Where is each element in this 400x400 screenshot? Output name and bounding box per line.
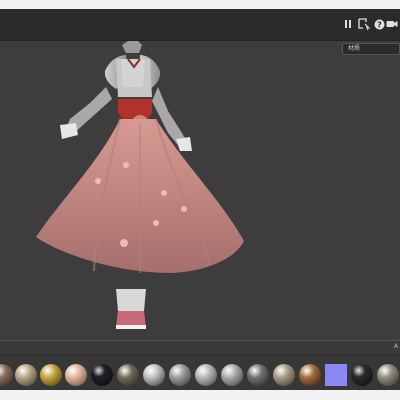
material-swatch[interactable] xyxy=(221,364,243,386)
material-swatch[interactable] xyxy=(15,364,37,386)
material-swatch[interactable] xyxy=(377,364,399,386)
select-region-icon[interactable] xyxy=(357,17,371,31)
material-swatch[interactable] xyxy=(91,364,113,386)
material-swatch[interactable] xyxy=(273,364,295,386)
material-swatch[interactable] xyxy=(143,364,165,386)
material-swatch[interactable] xyxy=(169,364,191,386)
material-swatch[interactable] xyxy=(299,364,321,386)
material-swatch[interactable] xyxy=(195,364,217,386)
material-swatch[interactable] xyxy=(117,364,139,386)
pause-icon[interactable] xyxy=(341,17,355,31)
material-swatch-row xyxy=(0,361,400,389)
material-swatch[interactable] xyxy=(65,364,87,386)
panel-tab-label[interactable]: A xyxy=(394,343,398,350)
svg-text:?: ? xyxy=(377,20,382,29)
material-swatch[interactable] xyxy=(0,364,13,386)
panel-tabstrip: A xyxy=(0,341,400,355)
app-window: ? 材质 A xyxy=(0,9,400,390)
material-swatch[interactable] xyxy=(247,364,269,386)
material-library-panel: A xyxy=(0,341,400,390)
material-swatch[interactable] xyxy=(351,364,373,386)
viewport-toolbar: ? xyxy=(0,9,400,41)
dress-model xyxy=(36,41,244,329)
help-icon[interactable]: ? xyxy=(372,17,386,31)
3d-viewport[interactable] xyxy=(0,41,400,341)
video-camera-icon[interactable] xyxy=(385,17,399,31)
material-swatch[interactable] xyxy=(40,364,62,386)
material-swatch[interactable] xyxy=(325,364,347,386)
